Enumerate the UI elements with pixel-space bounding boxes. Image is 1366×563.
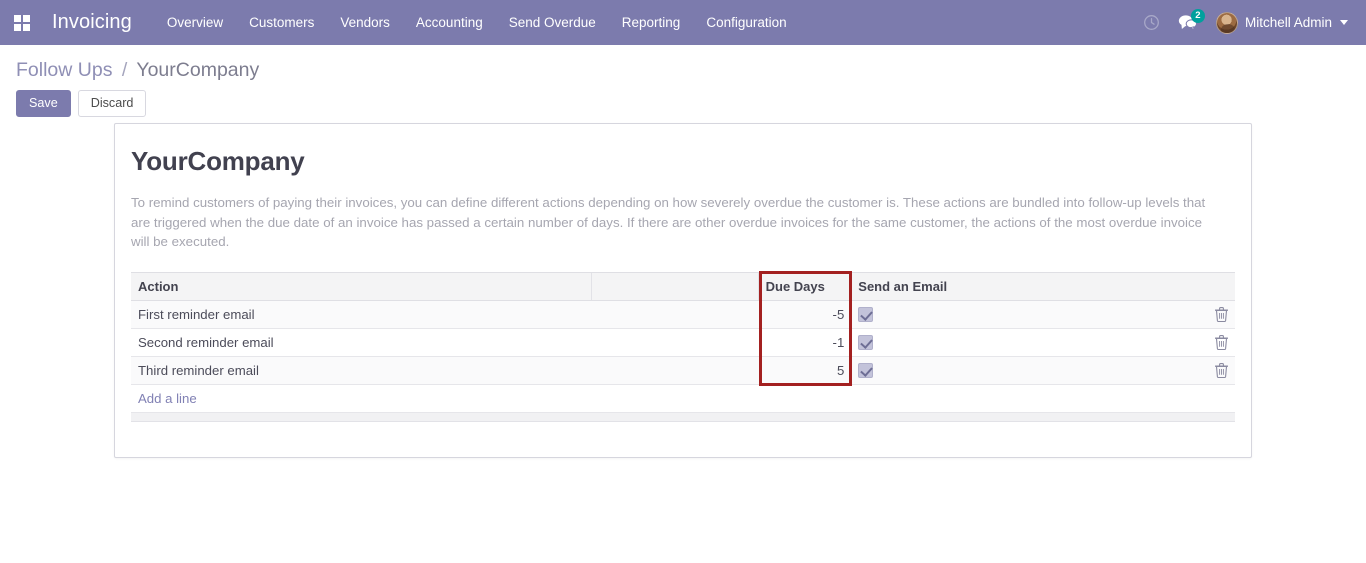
- record-action-buttons: Save Discard: [16, 90, 1350, 117]
- send-email-checkbox[interactable]: [858, 363, 874, 379]
- form-description: To remind customers of paying their invo…: [131, 195, 1206, 250]
- menu-item-customers[interactable]: Customers: [236, 0, 327, 45]
- column-header-actions: [1191, 271, 1235, 301]
- send-email-checkbox[interactable]: [858, 307, 874, 323]
- cell-blank[interactable]: [591, 356, 759, 385]
- discard-button[interactable]: Discard: [77, 90, 147, 117]
- add-a-line-link[interactable]: Add a line: [138, 391, 197, 406]
- cell-blank[interactable]: [591, 300, 759, 329]
- main-menu: Overview Customers Vendors Accounting Se…: [154, 0, 800, 45]
- top-navbar: Invoicing Overview Customers Vendors Acc…: [0, 0, 1366, 45]
- cell-action[interactable]: Third reminder email: [131, 356, 592, 385]
- cell-send-an-email[interactable]: [851, 300, 1192, 329]
- table-head: Action Due Days Send an Email: [131, 271, 1235, 301]
- control-panel: Follow Ups / YourCompany Save Discard 1 …: [0, 45, 1366, 156]
- table-row[interactable]: First reminder email -5: [131, 300, 1235, 329]
- breadcrumb-separator: /: [121, 59, 128, 81]
- avatar: [1215, 11, 1238, 34]
- table-row[interactable]: Third reminder email 5: [131, 356, 1235, 385]
- clock-icon: [1144, 15, 1159, 30]
- table-row[interactable]: Second reminder email -1: [131, 328, 1235, 357]
- chevron-down-icon: [1340, 20, 1348, 25]
- cell-due-days[interactable]: 5: [758, 356, 852, 385]
- cell-due-days[interactable]: -1: [758, 328, 852, 357]
- cell-delete: [1191, 328, 1235, 357]
- menu-item-overview[interactable]: Overview: [154, 0, 236, 45]
- followup-lines-table-container: Action Due Days Send an Email First remi…: [131, 270, 1235, 422]
- cell-delete: [1191, 356, 1235, 385]
- send-email-checkbox[interactable]: [858, 335, 874, 351]
- menu-item-reporting[interactable]: Reporting: [609, 0, 694, 45]
- table-body: First reminder email -5 Second reminder …: [131, 300, 1235, 413]
- save-button[interactable]: Save: [16, 90, 71, 117]
- menu-item-accounting[interactable]: Accounting: [403, 0, 496, 45]
- cell-due-days[interactable]: -5: [758, 300, 852, 329]
- menu-item-configuration[interactable]: Configuration: [693, 0, 799, 45]
- column-header-action[interactable]: Action: [131, 271, 592, 301]
- navbar-systray: 2 Mitchell Admin: [1134, 0, 1354, 45]
- menu-item-send-overdue[interactable]: Send Overdue: [496, 0, 609, 45]
- cell-action[interactable]: First reminder email: [131, 300, 592, 329]
- table-header-row: Action Due Days Send an Email: [131, 271, 1235, 301]
- table-footer-bar: [131, 412, 1235, 422]
- cell-action[interactable]: Second reminder email: [131, 328, 592, 357]
- add-a-line-row[interactable]: Add a line: [131, 384, 1235, 413]
- user-menu-button[interactable]: Mitchell Admin: [1206, 0, 1354, 45]
- cell-delete: [1191, 300, 1235, 329]
- followup-lines-table: Action Due Days Send an Email First remi…: [131, 271, 1235, 413]
- grid-apps-icon: [14, 14, 30, 31]
- column-header-blank: [591, 271, 759, 301]
- menu-item-vendors[interactable]: Vendors: [327, 0, 403, 45]
- trash-icon[interactable]: [1215, 335, 1228, 351]
- trash-icon[interactable]: [1215, 307, 1228, 323]
- apps-menu-button[interactable]: [6, 0, 38, 45]
- breadcrumb: Follow Ups / YourCompany: [16, 45, 1350, 83]
- cell-send-an-email[interactable]: [851, 356, 1192, 385]
- messaging-menu-button[interactable]: 2: [1169, 0, 1206, 45]
- cell-send-an-email[interactable]: [851, 328, 1192, 357]
- content-area: YourCompany To remind customers of payin…: [0, 123, 1366, 563]
- cell-blank[interactable]: [591, 328, 759, 357]
- form-sheet: YourCompany To remind customers of payin…: [114, 123, 1252, 458]
- activity-menu-button[interactable]: [1134, 0, 1169, 45]
- messages-count-badge: 2: [1190, 9, 1205, 23]
- page-title: YourCompany: [131, 146, 305, 176]
- user-name-label: Mitchell Admin: [1244, 15, 1332, 30]
- breadcrumb-root[interactable]: Follow Ups: [16, 59, 112, 81]
- breadcrumb-current: YourCompany: [136, 59, 260, 81]
- column-header-send-an-email[interactable]: Send an Email: [851, 271, 1192, 301]
- trash-icon[interactable]: [1215, 363, 1228, 379]
- app-brand-title[interactable]: Invoicing: [52, 11, 132, 34]
- add-a-line-cell: Add a line: [131, 384, 1235, 413]
- column-header-due-days[interactable]: Due Days: [757, 271, 852, 301]
